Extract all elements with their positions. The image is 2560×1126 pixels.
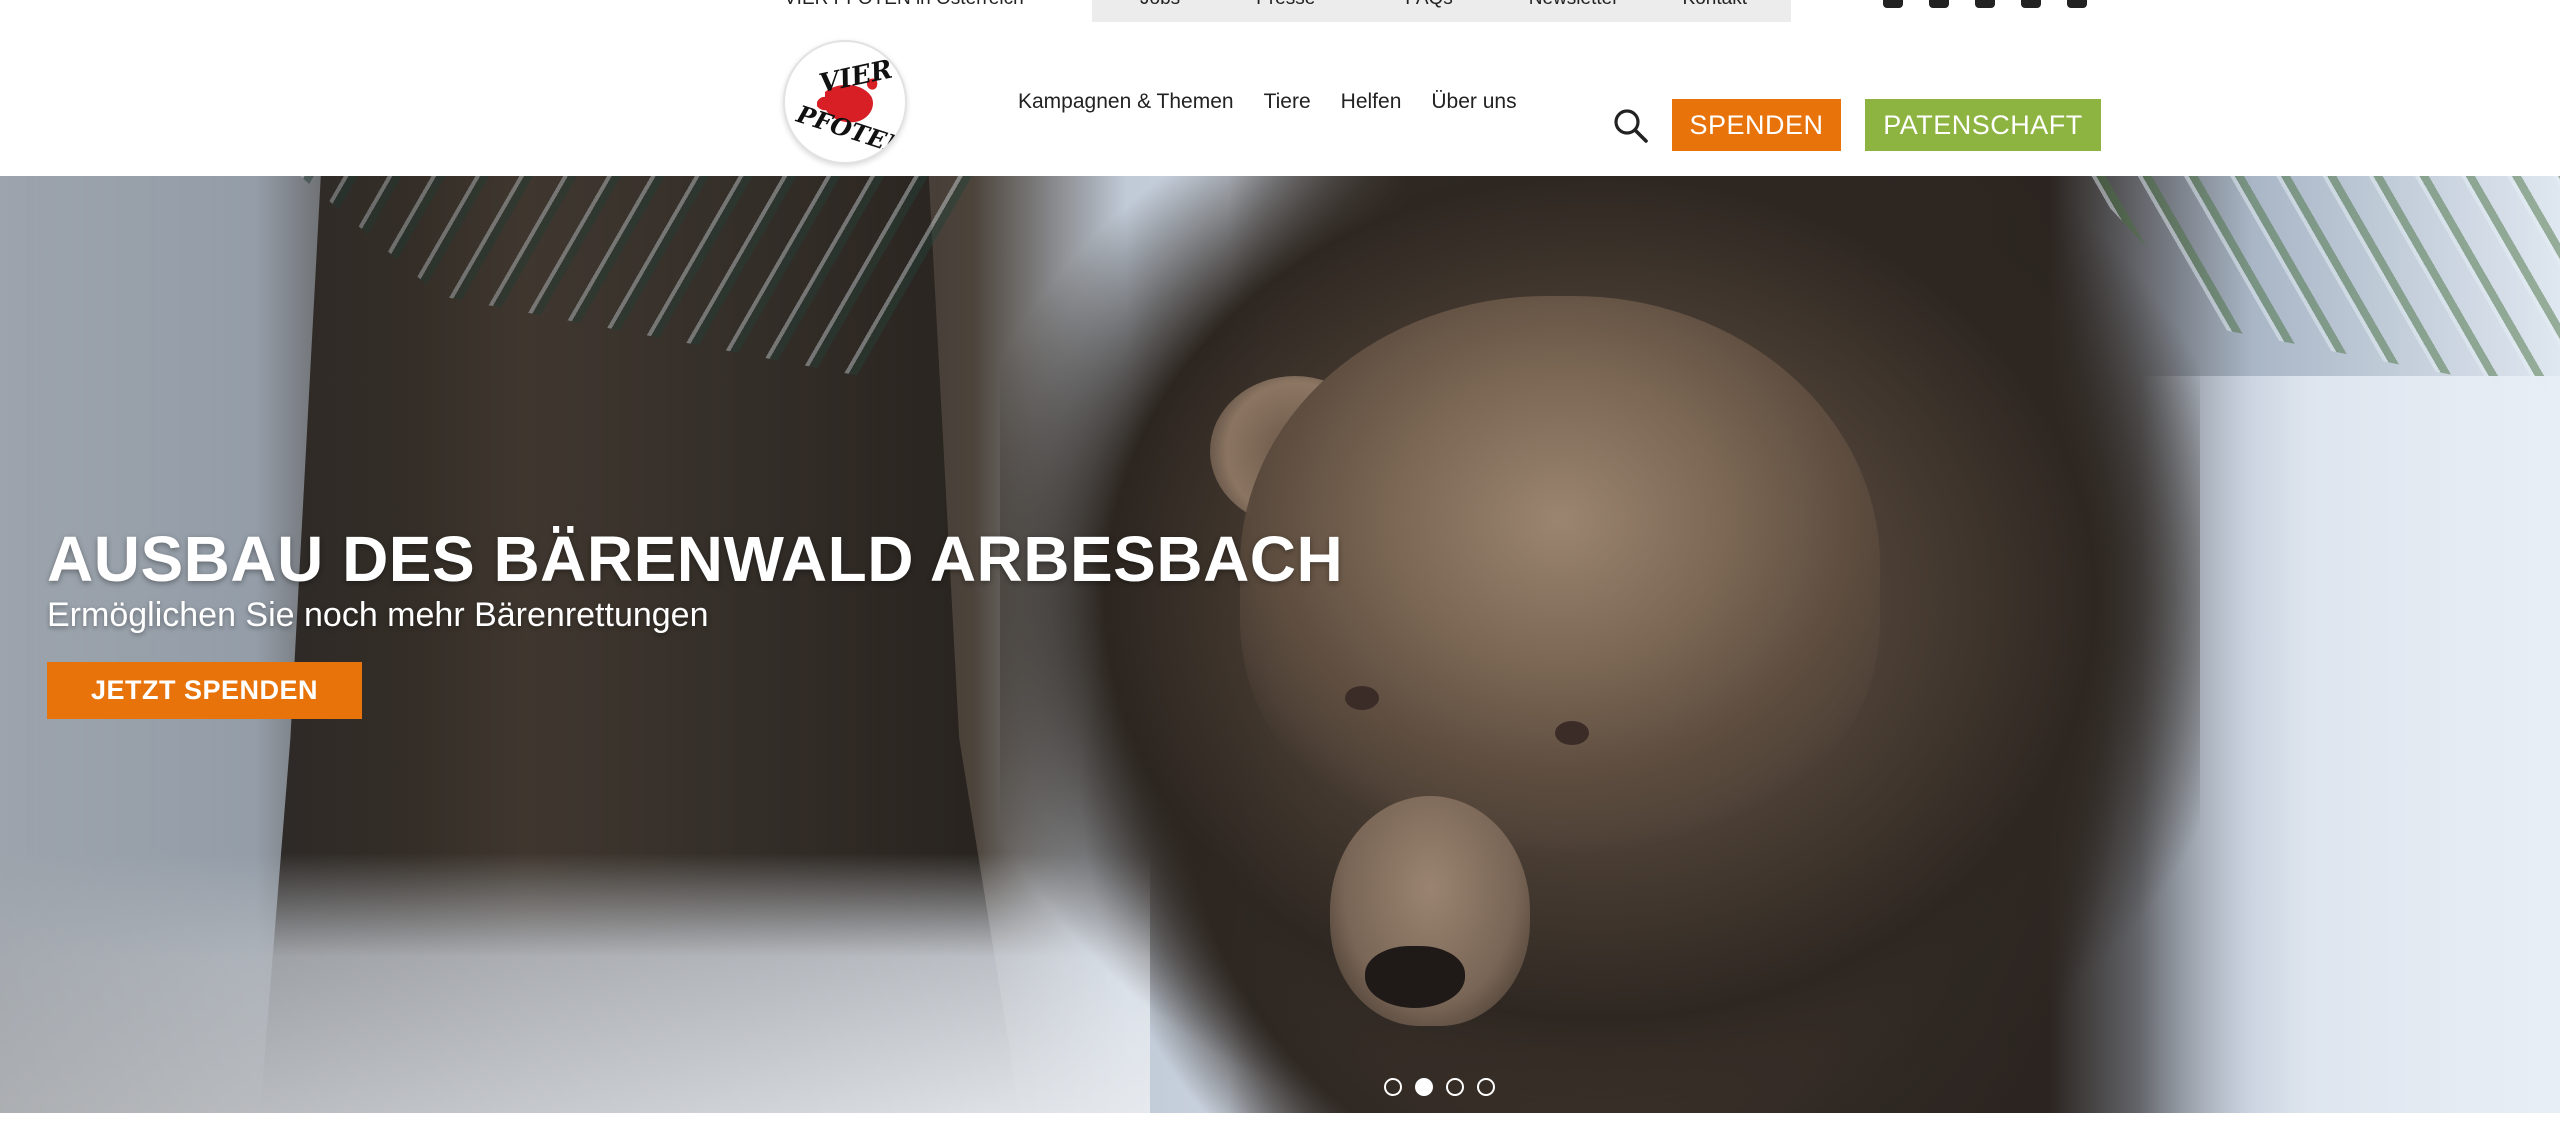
jetzt-spenden-button[interactable]: JETZT SPENDEN xyxy=(47,662,362,719)
spenden-button[interactable]: SPENDEN xyxy=(1672,99,1841,151)
nav-kampagnen[interactable]: Kampagnen & Themen xyxy=(1018,90,1234,114)
slider-dot-3[interactable] xyxy=(1446,1078,1464,1096)
utility-link-presse[interactable]: Presse xyxy=(1256,0,1315,10)
bear-eye-right xyxy=(1555,721,1589,745)
facebook-icon[interactable] xyxy=(1929,0,1949,8)
nav-helfen[interactable]: Helfen xyxy=(1341,90,1402,114)
slider-dots xyxy=(1384,1078,1495,1096)
hero-image-snow-right xyxy=(2140,376,2560,1113)
utility-bar: VIER PFOTEN in Österreich Jobs Presse FA… xyxy=(0,0,2560,22)
utility-link-faqs[interactable]: FAQs xyxy=(1405,0,1453,10)
linkedin-icon[interactable] xyxy=(2021,0,2041,8)
instagram-icon[interactable] xyxy=(1883,0,1903,8)
utility-link-newsletter[interactable]: Newsletter xyxy=(1529,0,1619,10)
nav-tiere[interactable]: Tiere xyxy=(1264,90,1311,114)
country-selector[interactable]: VIER PFOTEN in Österreich xyxy=(784,0,1024,10)
slider-dot-4[interactable] xyxy=(1477,1078,1495,1096)
slider-dot-2[interactable] xyxy=(1415,1078,1433,1096)
utility-link-kontakt[interactable]: Kontakt xyxy=(1683,0,1747,10)
nav-ueber-uns[interactable]: Über uns xyxy=(1431,90,1516,114)
bear-nose xyxy=(1365,946,1465,1008)
vier-pfoten-logo[interactable]: VIER PFOTEN xyxy=(783,40,907,164)
youtube-icon[interactable] xyxy=(2067,0,2087,8)
twitter-icon[interactable] xyxy=(1975,0,1995,8)
hero-overlay xyxy=(0,176,1300,1113)
search-icon xyxy=(1614,109,1648,143)
slider-dot-1[interactable] xyxy=(1384,1078,1402,1096)
hero-title: AUSBAU DES BÄRENWALD ARBESBACH xyxy=(47,523,1344,595)
utility-link-jobs[interactable]: Jobs xyxy=(1140,0,1180,10)
page-content-start xyxy=(0,1113,2560,1126)
utility-nav: Jobs Presse FAQs Newsletter Kontakt xyxy=(1092,0,1791,22)
social-links xyxy=(1883,0,2087,8)
bear-eye-left xyxy=(1345,686,1379,710)
search-button[interactable] xyxy=(1613,108,1649,144)
patenschaft-button[interactable]: PATENSCHAFT xyxy=(1865,99,2101,151)
main-nav: Kampagnen & Themen Tiere Helfen Über uns xyxy=(1018,90,1517,114)
hero-slider[interactable]: AUSBAU DES BÄRENWALD ARBESBACH Ermöglich… xyxy=(0,176,2560,1113)
hero-subtitle: Ermöglichen Sie noch mehr Bärenrettungen xyxy=(47,596,709,634)
